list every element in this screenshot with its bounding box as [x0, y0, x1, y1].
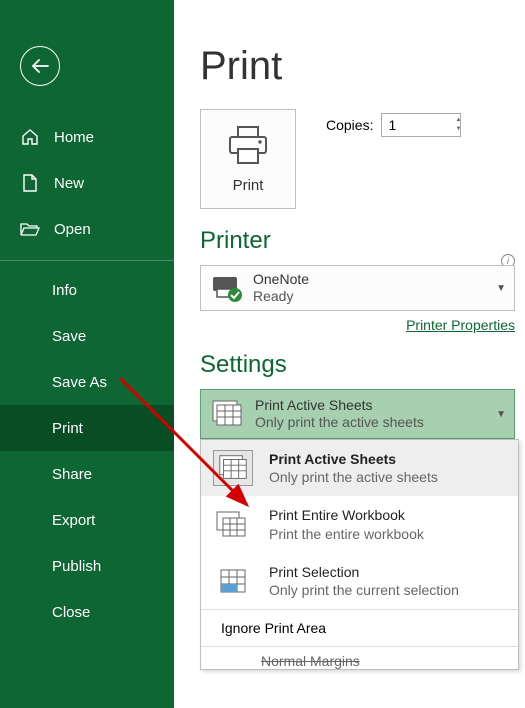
menu-item-ignore-print-area[interactable]: Ignore Print Area: [201, 610, 518, 646]
sidebar-item-export[interactable]: Export: [0, 497, 174, 543]
sidebar-item-close[interactable]: Close: [0, 589, 174, 635]
sidebar-item-saveas[interactable]: Save As: [0, 359, 174, 405]
menu-item-sub: Only print the active sheets: [269, 468, 438, 486]
sidebar-item-share[interactable]: Share: [0, 451, 174, 497]
menu-item-active-sheets[interactable]: Print Active Sheets Only print the activ…: [201, 440, 518, 496]
printer-heading: Printer: [200, 227, 515, 255]
printer-properties-link[interactable]: Printer Properties: [406, 317, 515, 333]
chevron-down-icon: ▼: [496, 409, 506, 420]
page-title: Print: [200, 44, 515, 89]
sidebar-label-saveas: Save As: [52, 374, 107, 391]
workbook-icon: [213, 507, 253, 543]
sidebar-label-close: Close: [52, 604, 90, 621]
new-file-icon: [20, 173, 40, 193]
sheets-icon: [213, 450, 253, 486]
printer-status: Ready: [253, 288, 496, 306]
selection-icon: [213, 563, 253, 599]
spinner-down-icon[interactable]: ▼: [455, 125, 461, 134]
sheets-icon: [209, 399, 245, 429]
print-what-dropdown[interactable]: Print Active Sheets Only print the activ…: [200, 389, 515, 439]
menu-item-normal-margins[interactable]: Normal Margins: [201, 646, 518, 669]
sidebar-label-export: Export: [52, 512, 95, 529]
open-folder-icon: [20, 219, 40, 239]
sidebar-label-share: Share: [52, 466, 92, 483]
menu-item-sub: Only print the current selection: [269, 581, 459, 599]
sidebar-label-save: Save: [52, 328, 86, 345]
sidebar-item-home[interactable]: Home: [0, 114, 174, 160]
sidebar-label-new: New: [54, 175, 84, 192]
sidebar-label-info: Info: [52, 282, 77, 299]
sidebar-item-print[interactable]: Print: [0, 405, 174, 451]
spinner-up-icon[interactable]: ▲: [455, 116, 461, 125]
printer-dropdown[interactable]: OneNote Ready ▼: [200, 265, 515, 311]
back-button[interactable]: [20, 46, 60, 86]
copies-spinner[interactable]: ▲ ▼: [455, 116, 461, 134]
sidebar-item-save[interactable]: Save: [0, 313, 174, 359]
sidebar-item-info[interactable]: Info: [0, 267, 174, 313]
sidebar-separator: [0, 260, 174, 261]
home-icon: [20, 127, 40, 147]
printer-icon: [226, 125, 270, 165]
printer-name: OneNote: [253, 271, 496, 289]
sidebar-label-open: Open: [54, 221, 91, 238]
copies-label: Copies:: [326, 117, 373, 133]
print-button-label: Print: [233, 177, 264, 194]
sidebar-label-publish: Publish: [52, 558, 101, 575]
backstage-sidebar: Home New Open Info Save Save As Print: [0, 0, 174, 708]
print-what-sub: Only print the active sheets: [255, 414, 496, 432]
menu-item-title: Print Entire Workbook: [269, 506, 424, 524]
printer-status-icon: [209, 273, 243, 303]
print-what-menu: Print Active Sheets Only print the activ…: [200, 439, 519, 670]
print-panel: Print Print Copies: ▲ ▼ i: [174, 0, 525, 708]
menu-item-title: Print Selection: [269, 563, 459, 581]
sidebar-label-home: Home: [54, 129, 94, 146]
sidebar-item-new[interactable]: New: [0, 160, 174, 206]
copies-input[interactable]: [381, 113, 461, 137]
settings-heading: Settings: [200, 351, 515, 379]
menu-item-title: Print Active Sheets: [269, 450, 438, 468]
sidebar-item-publish[interactable]: Publish: [0, 543, 174, 589]
chevron-down-icon: ▼: [496, 283, 506, 294]
menu-item-sub: Print the entire workbook: [269, 525, 424, 543]
menu-item-print-selection[interactable]: Print Selection Only print the current s…: [201, 553, 518, 609]
back-arrow-icon: [31, 59, 49, 73]
sidebar-label-print: Print: [52, 420, 83, 437]
print-button[interactable]: Print: [200, 109, 296, 209]
sidebar-item-open[interactable]: Open: [0, 206, 174, 252]
print-what-title: Print Active Sheets: [255, 397, 496, 415]
menu-item-entire-workbook[interactable]: Print Entire Workbook Print the entire w…: [201, 496, 518, 552]
